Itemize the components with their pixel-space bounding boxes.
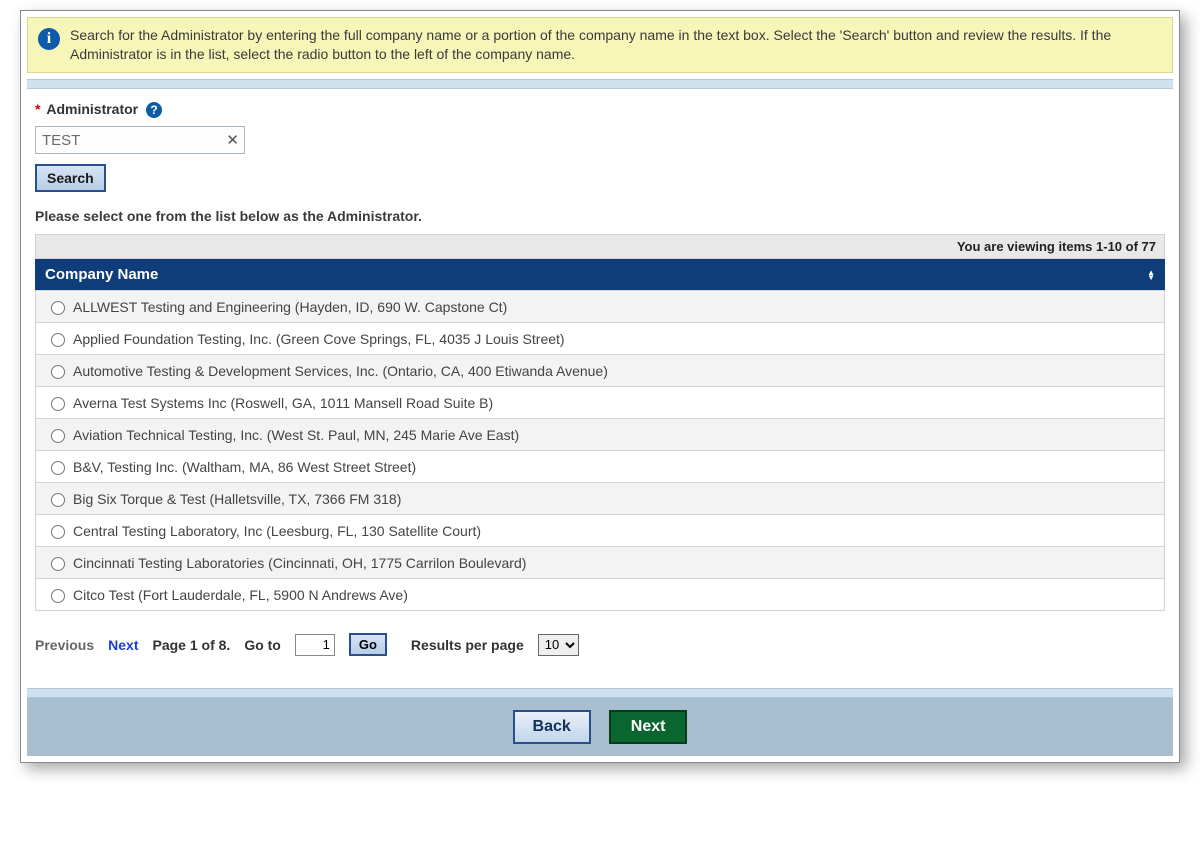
help-icon[interactable]: ? bbox=[146, 102, 162, 118]
company-name-cell: Big Six Torque & Test (Halletsville, TX,… bbox=[73, 491, 401, 507]
table-row[interactable]: Averna Test Systems Inc (Roswell, GA, 10… bbox=[36, 386, 1164, 418]
table-row[interactable]: Automotive Testing & Development Service… bbox=[36, 354, 1164, 386]
sort-icon[interactable]: ▲▼ bbox=[1147, 270, 1155, 280]
company-radio[interactable] bbox=[51, 557, 65, 571]
pager-goto-label: Go to bbox=[244, 637, 281, 653]
company-radio[interactable] bbox=[51, 301, 65, 315]
results-count-bar: You are viewing items 1-10 of 77 bbox=[35, 234, 1165, 259]
company-name-cell: Aviation Technical Testing, Inc. (West S… bbox=[73, 427, 519, 443]
company-radio[interactable] bbox=[51, 429, 65, 443]
column-header-company-name[interactable]: Company Name bbox=[45, 266, 158, 283]
pager-goto-input[interactable] bbox=[295, 634, 335, 656]
button-bar: Back Next bbox=[27, 698, 1173, 756]
next-button[interactable]: Next bbox=[609, 710, 688, 744]
clear-input-icon[interactable]: ✕ bbox=[226, 131, 239, 149]
administrator-input-wrap: ✕ bbox=[35, 126, 245, 154]
table-row[interactable]: Citco Test (Fort Lauderdale, FL, 5900 N … bbox=[36, 578, 1164, 610]
content-area: * Administrator ? ✕ Search Please select… bbox=[21, 89, 1179, 672]
company-radio[interactable] bbox=[51, 525, 65, 539]
company-radio[interactable] bbox=[51, 365, 65, 379]
table-row[interactable]: Aviation Technical Testing, Inc. (West S… bbox=[36, 418, 1164, 450]
table-row[interactable]: B&V, Testing Inc. (Waltham, MA, 86 West … bbox=[36, 450, 1164, 482]
pager-previous: Previous bbox=[35, 637, 94, 653]
company-radio[interactable] bbox=[51, 589, 65, 603]
company-radio[interactable] bbox=[51, 333, 65, 347]
pager-rpp-label: Results per page bbox=[411, 637, 524, 653]
info-banner: i Search for the Administrator by enteri… bbox=[27, 17, 1173, 73]
pager-rpp-select[interactable]: 10 bbox=[538, 634, 579, 656]
company-name-cell: Applied Foundation Testing, Inc. (Green … bbox=[73, 331, 565, 347]
administrator-input[interactable] bbox=[35, 126, 245, 154]
company-radio[interactable] bbox=[51, 397, 65, 411]
select-instruction: Please select one from the list below as… bbox=[35, 208, 1165, 224]
info-banner-text: Search for the Administrator by entering… bbox=[70, 26, 1162, 64]
company-name-cell: Cincinnati Testing Laboratories (Cincinn… bbox=[73, 555, 526, 571]
pager-page-text: Page 1 of 8. bbox=[153, 637, 231, 653]
company-radio[interactable] bbox=[51, 493, 65, 507]
pagination-bar: Previous Next Page 1 of 8. Go to Go Resu… bbox=[35, 633, 1165, 656]
search-button[interactable]: Search bbox=[35, 164, 106, 192]
info-icon: i bbox=[38, 28, 60, 50]
administrator-field-label-row: * Administrator ? bbox=[35, 101, 1165, 118]
divider bbox=[27, 79, 1173, 89]
required-star-icon: * bbox=[35, 101, 40, 117]
app-panel: i Search for the Administrator by enteri… bbox=[20, 10, 1180, 763]
pager-next[interactable]: Next bbox=[108, 637, 138, 653]
company-radio[interactable] bbox=[51, 461, 65, 475]
results-list: ALLWEST Testing and Engineering (Hayden,… bbox=[35, 290, 1165, 611]
company-name-cell: Averna Test Systems Inc (Roswell, GA, 10… bbox=[73, 395, 493, 411]
back-button[interactable]: Back bbox=[513, 710, 591, 744]
table-row[interactable]: Cincinnati Testing Laboratories (Cincinn… bbox=[36, 546, 1164, 578]
table-row[interactable]: Big Six Torque & Test (Halletsville, TX,… bbox=[36, 482, 1164, 514]
footer-divider bbox=[27, 688, 1173, 698]
table-row[interactable]: Applied Foundation Testing, Inc. (Green … bbox=[36, 322, 1164, 354]
administrator-label: Administrator bbox=[46, 101, 138, 117]
company-name-cell: Citco Test (Fort Lauderdale, FL, 5900 N … bbox=[73, 587, 408, 603]
company-name-cell: B&V, Testing Inc. (Waltham, MA, 86 West … bbox=[73, 459, 416, 475]
table-header: Company Name ▲▼ bbox=[35, 259, 1165, 290]
company-name-cell: Automotive Testing & Development Service… bbox=[73, 363, 608, 379]
table-row[interactable]: ALLWEST Testing and Engineering (Hayden,… bbox=[36, 290, 1164, 322]
pager-go-button[interactable]: Go bbox=[349, 633, 387, 656]
company-name-cell: Central Testing Laboratory, Inc (Leesbur… bbox=[73, 523, 481, 539]
table-row[interactable]: Central Testing Laboratory, Inc (Leesbur… bbox=[36, 514, 1164, 546]
company-name-cell: ALLWEST Testing and Engineering (Hayden,… bbox=[73, 299, 507, 315]
